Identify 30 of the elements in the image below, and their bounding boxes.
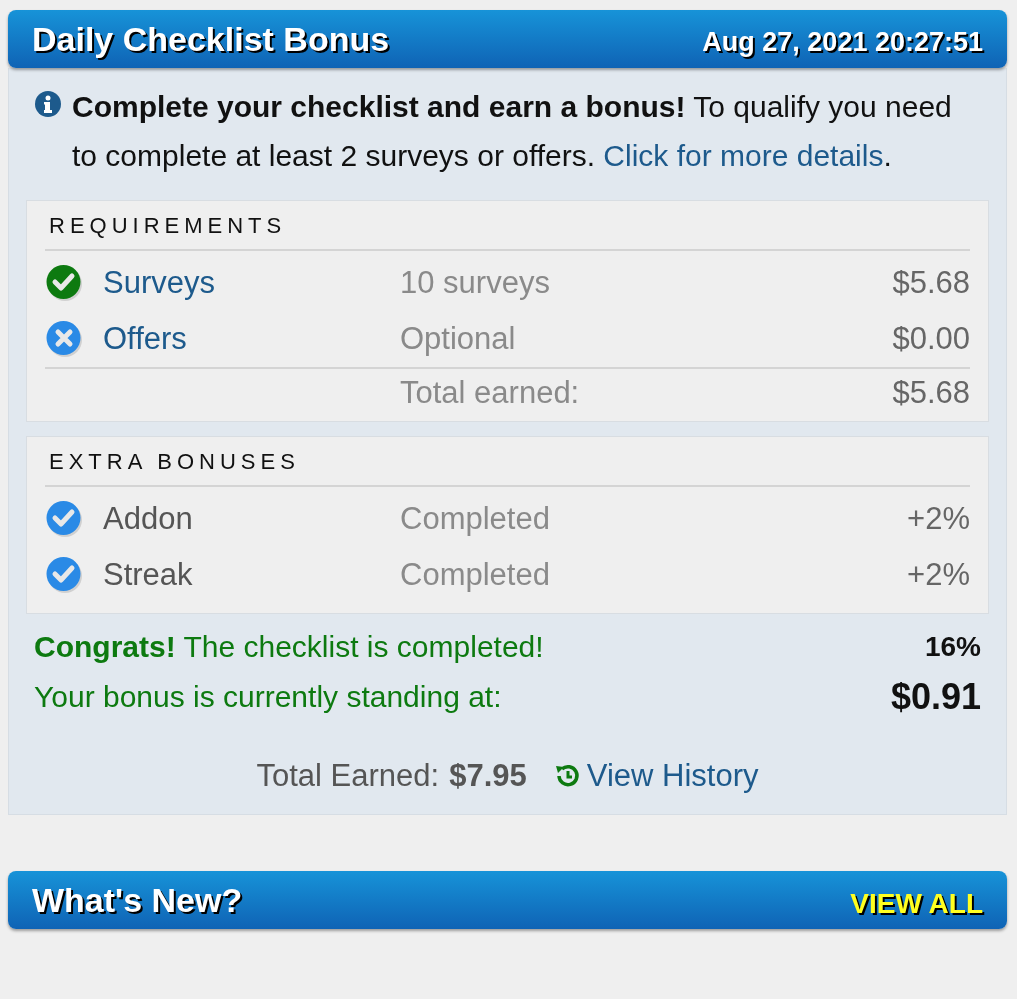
view-history-link[interactable]: View History <box>552 758 759 794</box>
panel-title: What's New? <box>32 880 243 920</box>
amount-text: +2% <box>907 501 970 537</box>
details-link[interactable]: Click for more details <box>603 139 884 172</box>
total-earned-value: $7.95 <box>449 758 527 794</box>
section-heading: REQUIREMENTS <box>45 213 970 251</box>
timestamp: Aug 27, 2021 20:27:51 <box>702 25 983 58</box>
section-heading: EXTRA BONUSES <box>45 449 970 487</box>
requirement-link[interactable]: Surveys <box>103 265 400 301</box>
requirement-link[interactable]: Offers <box>103 321 400 357</box>
bonus-name: Streak <box>103 557 194 593</box>
detail-text: 10 surveys <box>400 265 551 301</box>
amount-text: $5.68 <box>892 265 970 301</box>
detail-text: Completed <box>400 557 551 593</box>
panel-title: Daily Checklist Bonus <box>32 19 390 59</box>
bonus-label: Your bonus is currently standing at: <box>34 680 503 714</box>
bonus-value: $0.91 <box>890 676 981 718</box>
bonus-name: Addon <box>103 501 194 537</box>
intro-paragraph: Complete your checklist and earn a bonus! To qualify you need to complete at least 2 surveys or offers. Click for more details. <box>72 89 953 174</box>
amount-text: $0.00 <box>892 321 970 357</box>
congrats-message: Congrats! The checklist is completed! <box>34 630 545 664</box>
detail-text: Optional <box>400 321 517 357</box>
total-value: $5.68 <box>892 375 970 411</box>
detail-text: Completed <box>400 501 551 537</box>
view-all-link[interactable]: VIEW ALL <box>850 880 983 920</box>
amount-text: +2% <box>907 557 970 593</box>
info-icon <box>34 90 62 118</box>
total-earned-label: Total Earned: <box>256 758 440 794</box>
bonus-percent: 16% <box>923 631 981 663</box>
total-label: Total earned: <box>400 375 581 411</box>
